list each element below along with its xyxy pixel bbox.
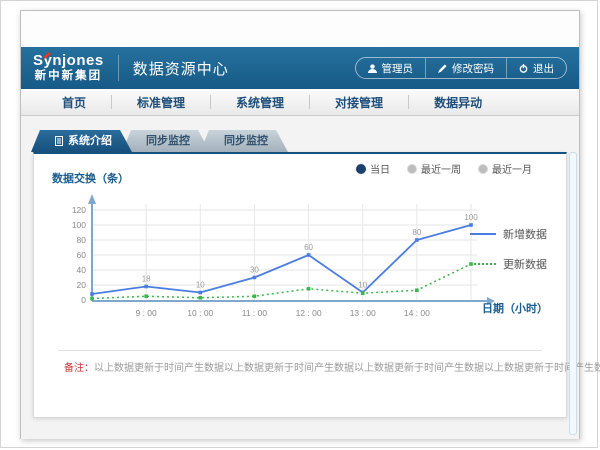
- content-scrollbar[interactable]: [569, 152, 577, 435]
- svg-text:10: 10: [358, 281, 367, 290]
- svg-text:80: 80: [412, 228, 421, 237]
- change-password-label: 修改密码: [452, 61, 494, 76]
- window-chrome: [21, 11, 579, 47]
- svg-text:0: 0: [81, 295, 86, 305]
- line-chart: 0 20 40 60 80 100 120 9 : 00 10 : 00 11 : 00 12 : …: [58, 188, 518, 324]
- svg-text:30: 30: [250, 266, 259, 275]
- tab-sync-monitor-1[interactable]: 同步监控: [122, 130, 210, 152]
- filter-last-week[interactable]: 最近一周: [408, 161, 461, 176]
- content-area: 系统介绍 同步监控 同步监控 当日 最近一周: [21, 116, 579, 439]
- svg-text:9 : 00: 9 : 00: [136, 308, 158, 318]
- main-nav: 首页 标准管理 系统管理 对接管理 数据异动: [21, 89, 579, 116]
- svg-text:10 : 00: 10 : 00: [187, 308, 213, 318]
- solid-line-icon: [470, 233, 496, 235]
- page: Synjones 新中新集团 数据资源中心 管理员 修改密码: [0, 0, 598, 448]
- svg-text:18: 18: [142, 275, 151, 284]
- svg-text:20: 20: [77, 280, 87, 290]
- filter-label: 最近一月: [492, 161, 532, 176]
- filter-label: 最近一周: [421, 161, 461, 176]
- logo: Synjones 新中新集团: [33, 53, 104, 82]
- logout-button[interactable]: 退出: [506, 58, 566, 78]
- note-divider: [58, 350, 542, 351]
- user-account-button[interactable]: 管理员: [356, 58, 426, 78]
- change-password-button[interactable]: 修改密码: [425, 58, 506, 78]
- time-range-filters: 当日 最近一周 最近一月: [357, 161, 532, 176]
- filter-today[interactable]: 当日: [357, 161, 390, 176]
- legend-item-new-data[interactable]: 新增数据: [470, 226, 547, 242]
- radio-icon: [479, 165, 487, 173]
- svg-text:60: 60: [304, 243, 313, 252]
- legend-item-updated-data[interactable]: 更新数据: [470, 256, 547, 272]
- svg-text:10: 10: [196, 281, 205, 290]
- legend-label: 更新数据: [503, 256, 547, 272]
- svg-text:12 : 00: 12 : 00: [296, 308, 322, 318]
- note-label: 备注：: [64, 363, 94, 374]
- user-icon: [368, 64, 377, 73]
- nav-item-data-change[interactable]: 数据异动: [408, 95, 507, 109]
- radio-icon: [357, 165, 365, 173]
- tab-label: 系统介绍: [68, 130, 112, 152]
- document-icon: [55, 136, 63, 146]
- note-text: 以上数据更新于时间产生数据以上数据更新于时间产生数据以上数据更新于时间产生数据以…: [94, 363, 600, 374]
- edit-icon: [438, 64, 447, 73]
- radio-icon: [408, 165, 416, 173]
- svg-text:60: 60: [77, 250, 87, 260]
- dotted-line-icon: [470, 263, 496, 265]
- chart-legend: 新增数据 更新数据: [470, 226, 547, 286]
- app-window: Synjones 新中新集团 数据资源中心 管理员 修改密码: [20, 10, 580, 439]
- svg-text:40: 40: [77, 265, 87, 275]
- logo-secondary: 新中新集团: [35, 70, 103, 83]
- filter-last-month[interactable]: 最近一月: [479, 161, 532, 176]
- tab-label: 同步监控: [224, 130, 268, 152]
- nav-item-standard-management[interactable]: 标准管理: [111, 95, 210, 109]
- logout-label: 退出: [533, 61, 554, 76]
- user-menu: 管理员 修改密码 退出: [355, 57, 568, 79]
- svg-text:120: 120: [72, 205, 86, 215]
- tab-system-intro[interactable]: 系统介绍: [31, 130, 132, 152]
- x-axis-title: 日期（小时）: [482, 300, 548, 316]
- app-header: Synjones 新中新集团 数据资源中心 管理员 修改密码: [21, 47, 579, 89]
- footer-note: 备注：以上数据更新于时间产生数据以上数据更新于时间产生数据以上数据更新于时间产生…: [64, 359, 600, 374]
- svg-text:80: 80: [77, 235, 87, 245]
- svg-text:14 : 00: 14 : 00: [404, 308, 430, 318]
- svg-text:100: 100: [464, 213, 478, 222]
- filter-label: 当日: [370, 161, 390, 176]
- tab-bar: 系统介绍 同步监控 同步监控: [31, 130, 579, 152]
- tab-label: 同步监控: [146, 130, 190, 152]
- svg-text:11 : 00: 11 : 00: [242, 308, 268, 318]
- tab-sync-monitor-2[interactable]: 同步监控: [200, 130, 288, 152]
- svg-text:100: 100: [72, 220, 86, 230]
- user-name: 管理员: [382, 61, 414, 76]
- y-axis-title: 数据交换（条）: [52, 170, 129, 186]
- nav-item-system-management[interactable]: 系统管理: [210, 95, 309, 109]
- power-icon: [519, 64, 528, 73]
- page-title: 数据资源中心: [133, 58, 229, 79]
- nav-item-home[interactable]: 首页: [37, 95, 111, 109]
- svg-text:13 : 00: 13 : 00: [350, 308, 376, 318]
- header-divider: [118, 55, 119, 81]
- legend-label: 新增数据: [503, 226, 547, 242]
- chart-panel: 当日 最近一周 最近一月 数据交换（条） 0 20 40 60 80 100 120 9 : …: [33, 152, 567, 418]
- nav-item-interface-management[interactable]: 对接管理: [309, 95, 408, 109]
